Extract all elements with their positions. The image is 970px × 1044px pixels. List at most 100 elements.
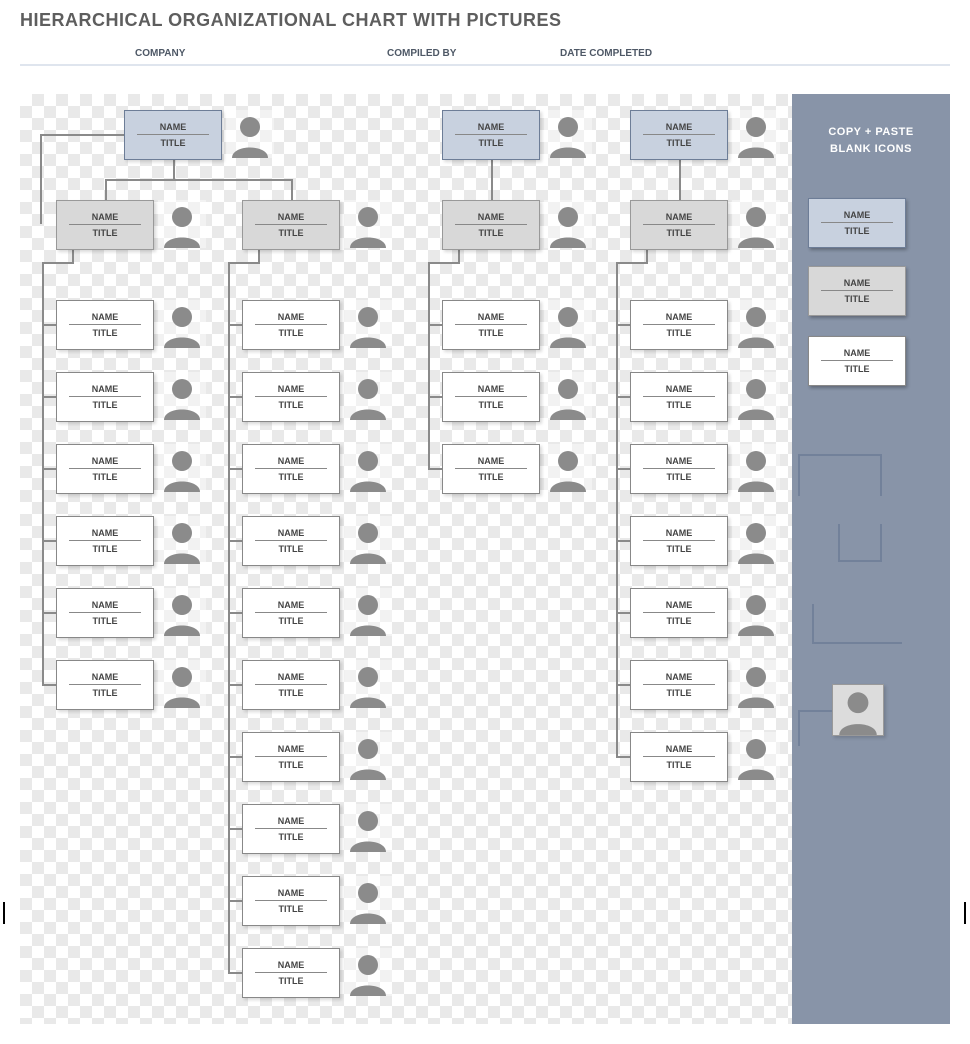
card-title: TITLE: [667, 325, 692, 338]
card-name: NAME: [69, 600, 141, 613]
person-icon: [344, 444, 392, 492]
leaf-card-0-0[interactable]: NAMETITLE: [56, 300, 154, 350]
card-title: TITLE: [667, 397, 692, 410]
connector-line: [72, 248, 74, 262]
leaf-card-3-0[interactable]: NAMETITLE: [630, 300, 728, 350]
mid-card-2[interactable]: NAMETITLE: [442, 200, 540, 250]
card-name: NAME: [643, 528, 715, 541]
header-underline: [20, 64, 950, 66]
card-name: NAME: [455, 212, 527, 225]
connector-line: [42, 468, 56, 470]
connector-line: [42, 540, 56, 542]
leaf-card-1-3[interactable]: NAMETITLE: [242, 516, 340, 566]
card-title: TITLE: [279, 325, 304, 338]
sample-connector[interactable]: [812, 642, 902, 644]
connector-line: [42, 684, 56, 686]
sample-card-leaf[interactable]: NAMETITLE: [808, 336, 904, 386]
leaf-card-3-6[interactable]: NAMETITLE: [630, 732, 728, 782]
sample-card-mid[interactable]: NAMETITLE: [808, 266, 904, 316]
chart-canvas: NAMETITLENAMETITLENAMETITLENAMETITLENAME…: [20, 94, 950, 1024]
leaf-card-1-5[interactable]: NAMETITLE: [242, 660, 340, 710]
mid-card-0[interactable]: NAMETITLE: [56, 200, 154, 250]
mid-card-3[interactable]: NAMETITLE: [630, 200, 728, 250]
sample-connector[interactable]: [798, 454, 882, 456]
connector-line: [616, 756, 630, 758]
card-title: TITLE: [93, 325, 118, 338]
sample-connector[interactable]: [838, 560, 882, 562]
sample-connector[interactable]: [812, 604, 814, 644]
leaf-card-0-4[interactable]: NAMETITLE: [56, 588, 154, 638]
leaf-card-3-5[interactable]: NAMETITLE: [630, 660, 728, 710]
leaf-card-2-2[interactable]: NAMETITLE: [442, 444, 540, 494]
connector-line: [105, 179, 107, 200]
leaf-card-1-4[interactable]: NAMETITLE: [242, 588, 340, 638]
sample-connector[interactable]: [880, 454, 882, 496]
card-title: TITLE: [93, 541, 118, 554]
person-icon: [732, 660, 780, 708]
sample-title: TITLE: [845, 361, 870, 374]
card-title: TITLE: [667, 685, 692, 698]
card-name: NAME: [255, 528, 327, 541]
top-card-0[interactable]: NAMETITLE: [124, 110, 222, 160]
leaf-card-0-5[interactable]: NAMETITLE: [56, 660, 154, 710]
leaf-card-1-6[interactable]: NAMETITLE: [242, 732, 340, 782]
sample-connector[interactable]: [880, 524, 882, 560]
leaf-card-2-0[interactable]: NAMETITLE: [442, 300, 540, 350]
leaf-card-2-1[interactable]: NAMETITLE: [442, 372, 540, 422]
person-icon: [732, 444, 780, 492]
leaf-card-3-2[interactable]: NAMETITLE: [630, 444, 728, 494]
connector-line: [228, 540, 242, 542]
leaf-card-1-2[interactable]: NAMETITLE: [242, 444, 340, 494]
leaf-card-0-1[interactable]: NAMETITLE: [56, 372, 154, 422]
person-icon: [732, 516, 780, 564]
connector-line: [679, 158, 681, 200]
leaf-card-0-2[interactable]: NAMETITLE: [56, 444, 154, 494]
sidebar-title: COPY + PASTE BLANK ICONS: [792, 94, 950, 157]
leaf-card-1-0[interactable]: NAMETITLE: [242, 300, 340, 350]
card-title: TITLE: [479, 469, 504, 482]
connector-line: [40, 134, 42, 224]
card-title: TITLE: [93, 469, 118, 482]
card-name: NAME: [255, 384, 327, 397]
top-card-2[interactable]: NAMETITLE: [630, 110, 728, 160]
card-name: NAME: [255, 456, 327, 469]
sample-connector[interactable]: [798, 710, 832, 712]
connector-line: [616, 540, 630, 542]
top-card-1[interactable]: NAMETITLE: [442, 110, 540, 160]
sidebar-title-line1: COPY + PASTE: [828, 126, 913, 138]
leaf-card-3-4[interactable]: NAMETITLE: [630, 588, 728, 638]
card-name: NAME: [255, 816, 327, 829]
leaf-card-1-9[interactable]: NAMETITLE: [242, 948, 340, 998]
card-title: TITLE: [479, 225, 504, 238]
card-title: TITLE: [279, 685, 304, 698]
leaf-card-3-3[interactable]: NAMETITLE: [630, 516, 728, 566]
connector-line: [428, 396, 442, 398]
card-name: NAME: [455, 384, 527, 397]
leaf-card-1-1[interactable]: NAMETITLE: [242, 372, 340, 422]
connector-line: [428, 468, 442, 470]
connector-line: [42, 324, 56, 326]
connector-line: [228, 324, 242, 326]
person-icon: [158, 444, 206, 492]
person-icon: [158, 300, 206, 348]
crop-mark-left: [3, 902, 5, 924]
leaf-card-1-8[interactable]: NAMETITLE: [242, 876, 340, 926]
connector-line: [228, 828, 242, 830]
sample-connector[interactable]: [798, 454, 800, 496]
leaf-card-0-3[interactable]: NAMETITLE: [56, 516, 154, 566]
mid-card-1[interactable]: NAMETITLE: [242, 200, 340, 250]
person-icon: [544, 444, 592, 492]
person-icon: [732, 732, 780, 780]
sample-connector[interactable]: [838, 524, 840, 560]
sample-connector[interactable]: [798, 710, 800, 746]
card-title: TITLE: [479, 325, 504, 338]
sample-avatar[interactable]: [832, 684, 884, 736]
leaf-card-1-7[interactable]: NAMETITLE: [242, 804, 340, 854]
sample-card-top[interactable]: NAMETITLE: [808, 198, 904, 248]
connector-line: [228, 262, 230, 972]
card-name: NAME: [69, 456, 141, 469]
card-name: NAME: [643, 122, 715, 135]
connector-line: [616, 262, 618, 756]
leaf-card-3-1[interactable]: NAMETITLE: [630, 372, 728, 422]
person-icon: [732, 110, 780, 158]
